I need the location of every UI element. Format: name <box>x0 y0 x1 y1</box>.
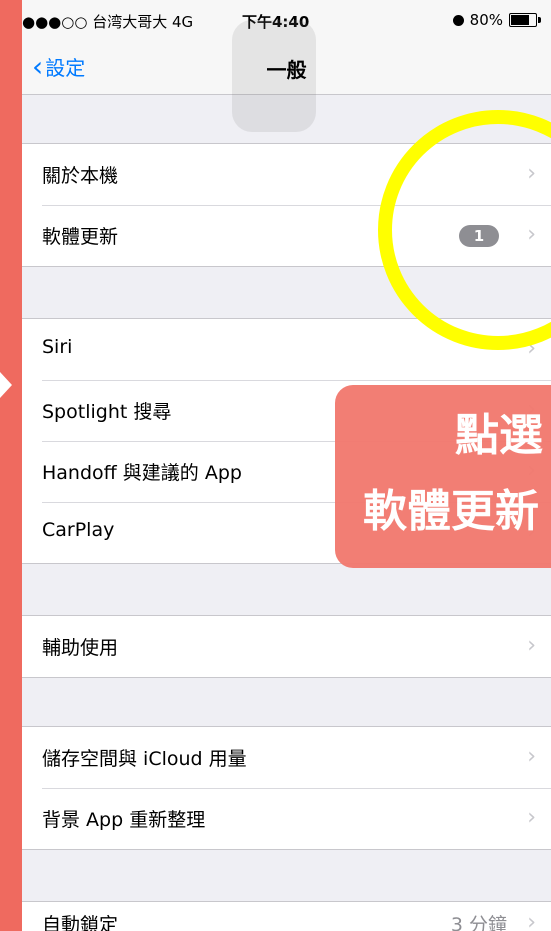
row-label: 儲存空間與 iCloud 用量 <box>42 748 247 770</box>
settings-group-storage: 儲存空間與 iCloud 用量 › 背景 App 重新整理 › <box>22 726 551 850</box>
row-label: Siri <box>42 336 73 358</box>
battery-percent: 80% <box>469 11 503 29</box>
page-title: 一般 <box>266 58 307 82</box>
settings-row-storage[interactable]: 儲存空間與 iCloud 用量 › <box>22 727 551 788</box>
alarm-icon <box>452 14 464 26</box>
settings-group-autolock: 自動鎖定 3 分鐘 › <box>22 901 551 931</box>
phone-screen: ●●●○○ 台湾大哥大 4G 下午4:40 80% ‹ 設定 一般 關於本機 ›… <box>22 0 551 931</box>
row-label: 自動鎖定 <box>42 914 119 931</box>
row-label: CarPlay <box>42 519 115 541</box>
row-value: 3 分鐘 <box>450 914 507 931</box>
settings-row-auto-lock[interactable]: 自動鎖定 3 分鐘 › <box>22 902 551 931</box>
row-label: Spotlight 搜尋 <box>42 401 172 423</box>
left-arrow-marker <box>0 372 12 398</box>
row-label: Handoff 與建議的 App <box>42 462 242 484</box>
row-label: 背景 App 重新整理 <box>42 809 206 831</box>
carrier-label: ●●●○○ 台湾大哥大 4G <box>22 13 194 31</box>
callout-line-1: 點選 <box>455 410 543 461</box>
status-right: 80% <box>452 11 541 29</box>
row-label: 關於本機 <box>42 165 119 187</box>
chevron-right-icon: › <box>527 910 536 931</box>
settings-row-background-refresh[interactable]: 背景 App 重新整理 › <box>22 788 551 849</box>
callout-line-2: 軟體更新 <box>363 486 539 537</box>
instruction-callout: 點選 軟體更新 <box>335 385 551 568</box>
chevron-right-icon: › <box>527 744 536 769</box>
row-label: 軟體更新 <box>42 226 119 248</box>
row-label: 輔助使用 <box>42 637 119 659</box>
battery-icon <box>509 13 541 27</box>
settings-group-accessibility: 輔助使用 › <box>22 615 551 678</box>
navigation-bar: ‹ 設定 一般 <box>22 20 551 132</box>
chevron-right-icon: › <box>527 633 536 658</box>
settings-row-accessibility[interactable]: 輔助使用 › <box>22 616 551 677</box>
chevron-right-icon: › <box>527 805 536 830</box>
